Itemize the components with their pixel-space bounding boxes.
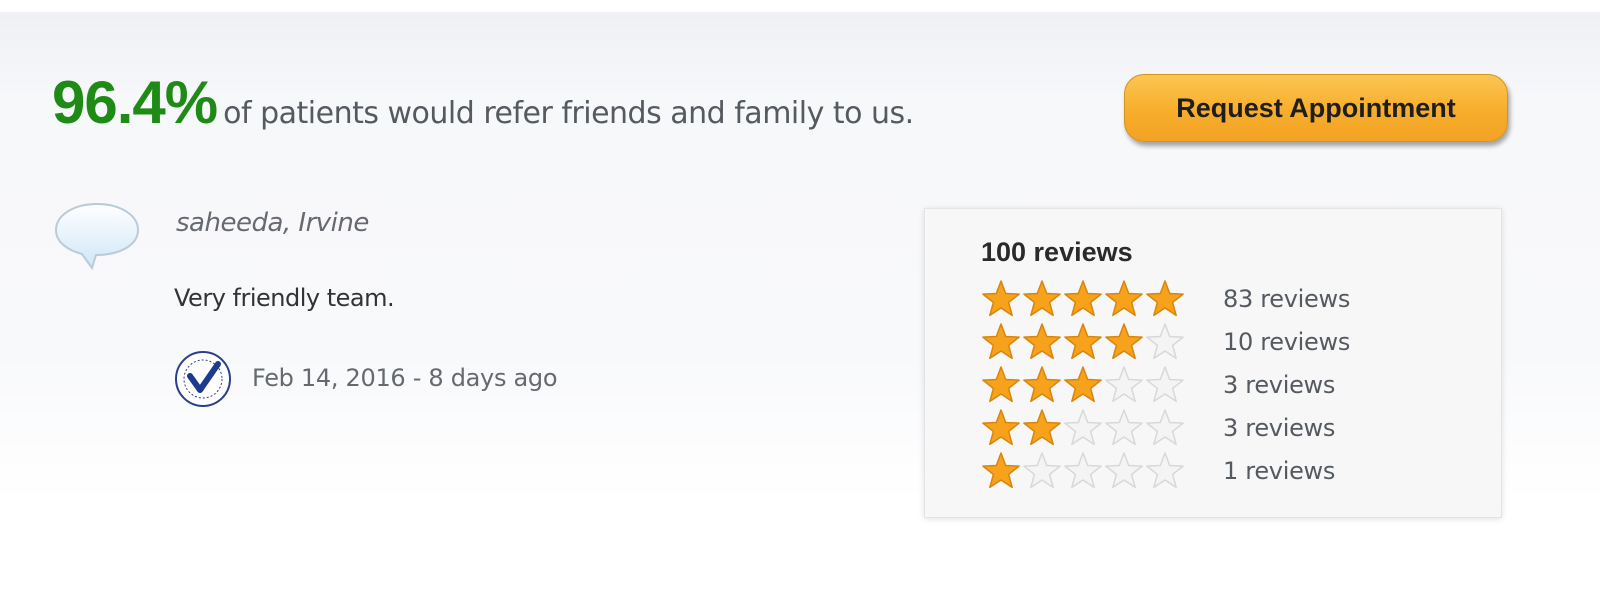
star-empty-icon: [1064, 452, 1102, 489]
rating-count: 1 reviews: [1223, 457, 1336, 485]
one-star-rating-icon: [982, 452, 1184, 489]
total-reviews-title: 100 reviews: [981, 237, 1133, 267]
star-filled-icon: [1146, 280, 1184, 317]
verified-review-badge-icon: [175, 351, 231, 407]
star-empty-icon: [1064, 409, 1102, 446]
star-filled-icon: [982, 366, 1020, 403]
four-star-rating-icon: [982, 323, 1184, 360]
review-author: saheeda, Irvine: [176, 208, 369, 238]
star-filled-icon: [1105, 323, 1143, 360]
star-filled-icon: [982, 323, 1020, 360]
referral-text: of patients would refer friends and fami…: [223, 96, 914, 131]
rating-count: 3 reviews: [1223, 371, 1336, 399]
star-empty-icon: [1146, 366, 1184, 403]
referral-headline: 96.4% of patients would refer friends and…: [52, 68, 914, 137]
star-empty-icon: [1105, 452, 1143, 489]
review-date: Feb 14, 2016 - 8 days ago: [252, 364, 558, 392]
request-appointment-button[interactable]: Request Appointment: [1124, 74, 1508, 142]
rating-row-1-star[interactable]: 1 reviews: [981, 451, 1461, 491]
rating-row-5-stars[interactable]: 83 reviews: [981, 279, 1461, 319]
speech-bubble-icon: [54, 202, 140, 271]
three-star-rating-icon: [982, 366, 1184, 403]
star-filled-icon: [1064, 323, 1102, 360]
rating-count: 10 reviews: [1223, 328, 1351, 356]
review-text: Very friendly team.: [174, 284, 395, 312]
rating-count: 3 reviews: [1223, 414, 1336, 442]
star-filled-icon: [982, 409, 1020, 446]
star-filled-icon: [1023, 366, 1061, 403]
star-empty-icon: [1146, 323, 1184, 360]
two-star-rating-icon: [982, 409, 1184, 446]
rating-count: 83 reviews: [1223, 285, 1351, 313]
star-filled-icon: [1105, 280, 1143, 317]
star-empty-icon: [1146, 452, 1184, 489]
star-filled-icon: [1064, 280, 1102, 317]
star-filled-icon: [1023, 323, 1061, 360]
star-empty-icon: [1023, 452, 1061, 489]
referral-percent: 96.4%: [52, 69, 218, 136]
rating-row-3-stars[interactable]: 3 reviews: [981, 365, 1461, 405]
star-filled-icon: [982, 452, 1020, 489]
star-filled-icon: [982, 280, 1020, 317]
five-star-rating-icon: [982, 280, 1184, 317]
star-empty-icon: [1105, 409, 1143, 446]
star-filled-icon: [1023, 409, 1061, 446]
star-empty-icon: [1146, 409, 1184, 446]
rating-row-4-stars[interactable]: 10 reviews: [981, 322, 1461, 362]
star-filled-icon: [1023, 280, 1061, 317]
rating-row-2-stars[interactable]: 3 reviews: [981, 408, 1461, 448]
star-empty-icon: [1105, 366, 1143, 403]
star-filled-icon: [1064, 366, 1102, 403]
rating-summary-box: 100 reviews 83 reviews 10 reviews 3 revi…: [924, 208, 1502, 518]
